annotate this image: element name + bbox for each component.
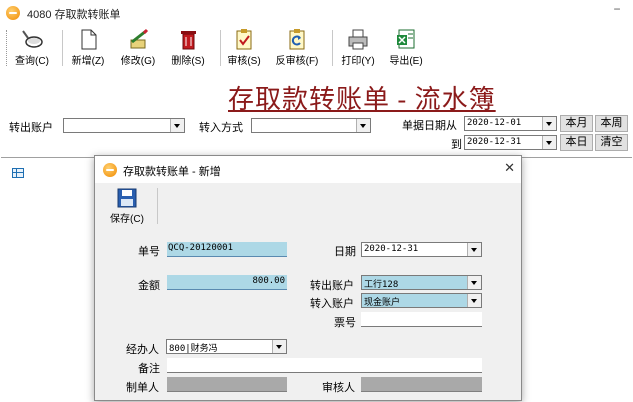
transfer-method-label: 转入方式 [199,122,243,134]
date-label: 日期 [334,246,356,258]
audit-label: 审核(S) [227,56,261,67]
chevron-down-icon[interactable] [542,136,556,149]
query-button[interactable]: 查询(C) [11,28,53,70]
out-account-select[interactable]: 工行128 [361,275,482,290]
out-account-filter-label: 转出账户 [9,122,53,134]
doc-no-value: QCQ-20120001 [168,243,234,253]
date-from-value: 2020-12-01 [467,118,522,128]
auditor-field [361,377,482,392]
this-month-button[interactable]: 本月 [560,115,593,132]
doc-no-label: 单号 [138,246,160,258]
new-transfer-dialog: 存取款转账单 - 新增 ✕ 保存(C) 单号 QCQ-20120001 日期 2… [94,155,522,401]
printer-icon [348,29,368,50]
chevron-down-icon[interactable] [542,117,556,130]
handler-value: 800|财务冯 [169,344,218,354]
date-value: 2020-12-31 [364,244,419,254]
export-button[interactable]: 导出(E) [385,28,427,70]
trash-icon [181,31,196,50]
date-from-picker[interactable]: 2020-12-01 [464,116,557,131]
audit-clipboard-icon [236,29,252,50]
clear-button[interactable]: 清空 [595,134,628,151]
doc-no-field[interactable]: QCQ-20120001 [167,242,287,257]
excel-export-icon [397,29,415,49]
remark-field[interactable] [167,358,482,373]
transfer-method-select[interactable] [251,118,371,133]
save-button[interactable]: 保存(C) [107,188,147,226]
minimize-button[interactable]: − [607,2,627,20]
dialog-toolbar-separator [157,188,158,224]
amount-field[interactable]: 800.00 [167,275,287,290]
query-magnifier-icon [22,30,43,48]
auditor-label: 审核人 [322,382,355,394]
new-document-icon [81,29,97,50]
dialog-app-icon [103,163,117,177]
unaudit-clipboard-icon [289,29,305,50]
today-button[interactable]: 本日 [560,134,593,151]
edit-pencil-icon [130,28,149,49]
close-icon[interactable]: ✕ [504,160,515,176]
date-picker[interactable]: 2020-12-31 [361,242,482,257]
date-to-label: 到 [451,139,462,151]
floppy-disk-icon [117,188,137,208]
maker-label: 制单人 [126,382,159,394]
toolbar-separator [62,30,63,66]
chevron-down-icon[interactable] [356,119,370,132]
dialog-title: 存取款转账单 - 新增 [123,166,221,178]
this-week-button[interactable]: 本周 [595,115,628,132]
unaudit-button[interactable]: 反审核(F) [270,28,324,70]
out-account-label: 转出账户 [310,280,354,292]
out-account-filter-select[interactable] [63,118,185,133]
chevron-down-icon[interactable] [272,340,286,353]
add-button[interactable]: 新增(Z) [66,28,110,70]
amount-value: 800.00 [252,276,285,286]
audit-button[interactable]: 审核(S) [224,28,264,70]
app-logo-icon [6,6,20,20]
delete-label: 删除(S) [171,56,205,67]
out-account-value: 工行128 [364,280,399,290]
delete-button[interactable]: 删除(S) [166,28,210,70]
grid-table-icon[interactable] [12,168,24,178]
chevron-down-icon[interactable] [467,294,481,307]
handler-label: 经办人 [126,344,159,356]
unaudit-label: 反审核(F) [275,56,319,67]
ticket-no-field[interactable] [361,312,482,327]
chevron-down-icon[interactable] [170,119,184,132]
save-label: 保存(C) [110,214,144,225]
date-to-picker[interactable]: 2020-12-31 [464,135,557,150]
toolbar: 查询(C) 新增(Z) 修改(G) 删除(S) 审核(S) 反审核(F) 打印(… [0,26,633,72]
toolbar-separator [220,30,221,66]
amount-label: 金额 [138,280,160,292]
toolbar-separator [332,30,333,66]
print-button[interactable]: 打印(Y) [336,28,380,70]
handler-select[interactable]: 800|财务冯 [166,339,287,354]
edit-label: 修改(G) [120,56,156,67]
print-label: 打印(Y) [341,56,375,67]
date-to-value: 2020-12-31 [467,137,522,147]
page-title: 存取款转账单 - 流水簿 [228,85,496,114]
edit-button[interactable]: 修改(G) [115,28,161,70]
date-from-label: 单据日期从 [402,120,457,132]
export-label: 导出(E) [389,56,423,67]
chevron-down-icon[interactable] [467,243,481,256]
query-label: 查询(C) [15,56,49,67]
in-account-label: 转入账户 [310,298,354,310]
window-titlebar: 4080 存取款转账单 − [0,0,633,26]
maker-field [167,377,287,392]
remark-label: 备注 [138,363,160,375]
dialog-titlebar: 存取款转账单 - 新增 ✕ [95,156,521,183]
in-account-select[interactable]: 现金账户 [361,293,482,308]
chevron-down-icon[interactable] [467,276,481,289]
ticket-no-label: 票号 [334,317,356,329]
toolbar-grip [6,30,9,66]
window-title: 4080 存取款转账单 [27,9,121,21]
in-account-value: 现金账户 [364,298,401,308]
add-label: 新增(Z) [71,56,105,67]
